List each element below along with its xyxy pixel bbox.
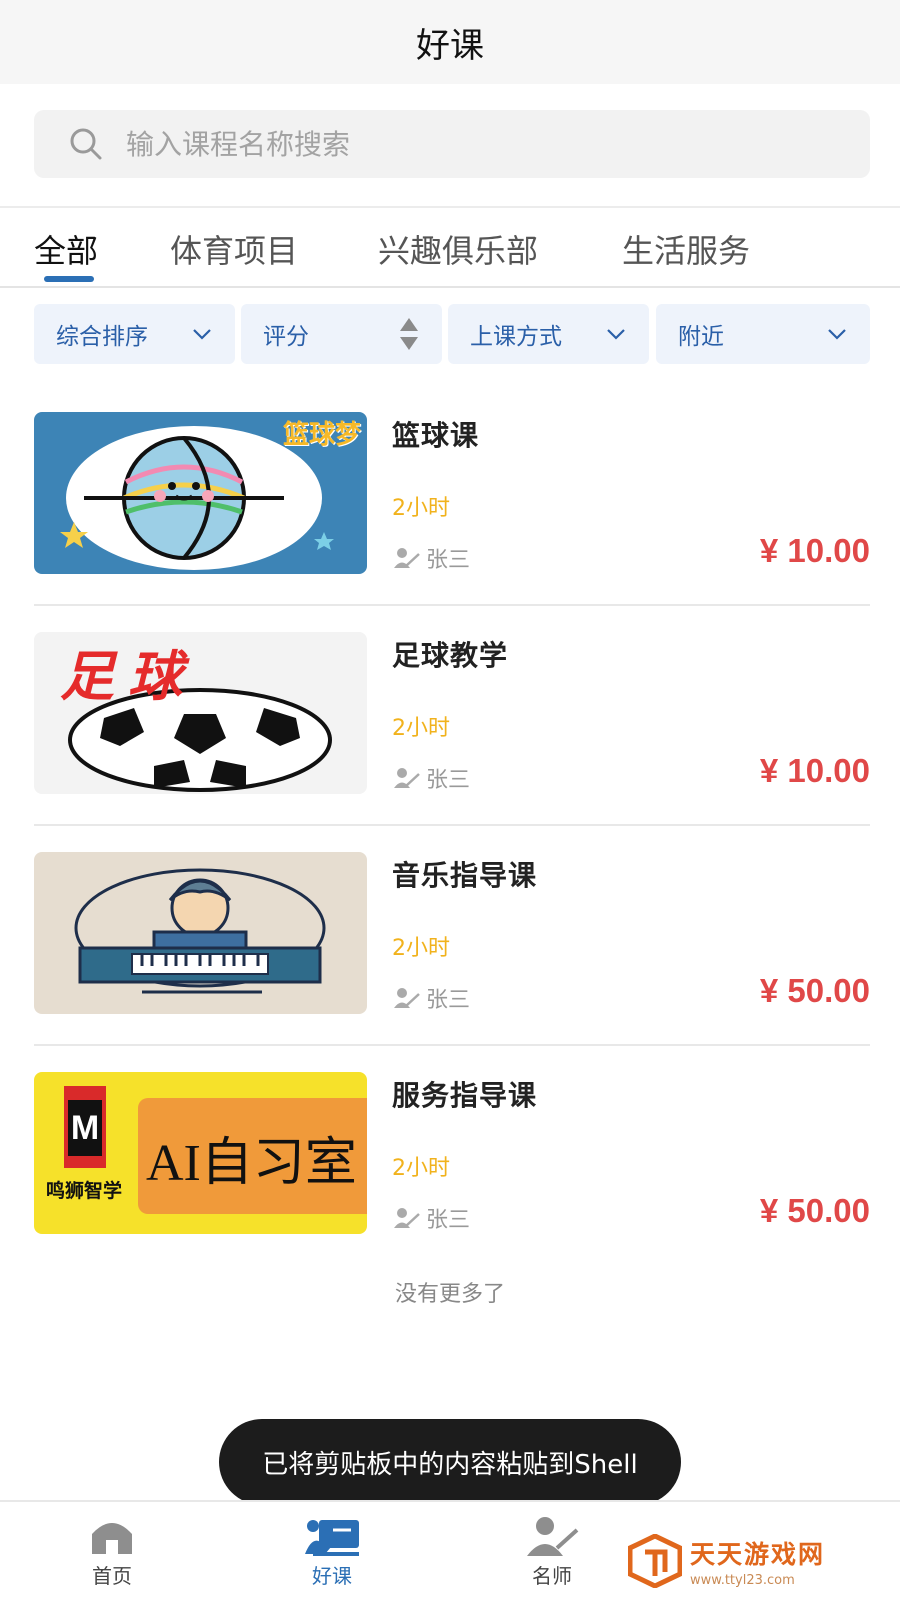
filter-label: 综合排序 bbox=[56, 324, 148, 350]
course-title: 音乐指导课 bbox=[392, 859, 538, 892]
teacher-name: 张三 bbox=[426, 988, 471, 1013]
course-thumbnail-ai-study: M 鸣狮智学 AI自习室 bbox=[34, 1072, 367, 1234]
course-price: ¥ 50.00 bbox=[759, 1192, 870, 1229]
teacher-icon bbox=[394, 988, 420, 1008]
teacher-name: 张三 bbox=[426, 1208, 471, 1233]
nav-label: 好课 bbox=[312, 1564, 352, 1588]
course-title: 服务指导课 bbox=[392, 1079, 538, 1112]
thumbnail-text: 足球 bbox=[60, 645, 196, 708]
watermark-name: 天天游戏网 bbox=[690, 1539, 826, 1569]
course-teacher: 张三 bbox=[392, 1202, 470, 1234]
nav-label: 首页 bbox=[92, 1564, 132, 1588]
home-icon bbox=[92, 1523, 132, 1554]
app-header: 好课 bbox=[0, 0, 900, 84]
teacher-name: 张三 bbox=[426, 768, 471, 793]
category-tabs: 全部 体育项目 兴趣俱乐部 生活服务 bbox=[0, 208, 900, 288]
filter-label: 附近 bbox=[678, 324, 724, 350]
thumbnail-logo-text: 鸣狮智学 bbox=[46, 1180, 123, 1202]
search-box[interactable] bbox=[34, 110, 870, 178]
filter-label: 上课方式 bbox=[470, 324, 562, 350]
tab-sports[interactable]: 体育项目 bbox=[170, 226, 298, 272]
teacher-icon bbox=[394, 548, 420, 568]
toast-message: 已将剪贴板中的内容粘贴到Shell bbox=[219, 1419, 681, 1505]
thumbnail-logo-letter: M bbox=[68, 1100, 102, 1156]
course-card[interactable]: 足球 足球教学 2小时 张三 ¥ 10.00 bbox=[34, 606, 870, 826]
course-duration: 2小时 bbox=[392, 496, 450, 521]
course-teacher: 张三 bbox=[392, 542, 470, 574]
teacher-icon bbox=[394, 768, 420, 788]
filter-rating[interactable]: 评分 bbox=[241, 304, 442, 364]
search-input[interactable] bbox=[126, 127, 806, 161]
search-section bbox=[0, 84, 900, 208]
active-tab-indicator bbox=[44, 276, 94, 282]
course-card[interactable]: 音乐指导课 2小时 张三 ¥ 50.00 bbox=[34, 826, 870, 1046]
course-icon bbox=[305, 1520, 359, 1556]
search-icon bbox=[70, 128, 102, 160]
filter-label: 评分 bbox=[263, 324, 309, 350]
nav-courses[interactable]: 好课 bbox=[272, 1514, 392, 1589]
filter-bar: 综合排序 评分 上课方式 附近 bbox=[0, 304, 900, 366]
course-title: 足球教学 bbox=[392, 639, 509, 672]
filter-nearby[interactable]: 附近 bbox=[656, 304, 870, 364]
teacher-icon bbox=[527, 1517, 579, 1556]
teacher-icon bbox=[394, 1208, 420, 1228]
tab-interest-club[interactable]: 兴趣俱乐部 bbox=[378, 226, 538, 272]
course-teacher: 张三 bbox=[392, 982, 470, 1014]
nav-label: 名师 bbox=[532, 1564, 572, 1588]
thumbnail-text: AI自习室 bbox=[146, 1135, 357, 1192]
watermark-url: www.ttyl23.com bbox=[690, 1572, 795, 1588]
chevron-down-icon bbox=[828, 329, 846, 340]
sort-arrows-icon bbox=[400, 318, 418, 350]
course-duration: 2小时 bbox=[392, 716, 450, 741]
course-price: ¥ 10.00 bbox=[759, 532, 870, 569]
filter-class-mode[interactable]: 上课方式 bbox=[448, 304, 649, 364]
watermark: 天天游戏网 www.ttyl23.com bbox=[628, 1528, 898, 1594]
thumbnail-text: 篮球梦 bbox=[282, 420, 361, 450]
course-thumbnail-football: 足球 bbox=[34, 632, 367, 794]
watermark-logo-icon bbox=[628, 1534, 682, 1588]
tab-all[interactable]: 全部 bbox=[34, 226, 98, 272]
nav-teachers[interactable]: 名师 bbox=[492, 1514, 612, 1589]
course-thumbnail-basketball: 篮球梦 bbox=[34, 412, 367, 574]
tab-life-service[interactable]: 生活服务 bbox=[622, 226, 750, 272]
course-card[interactable]: M 鸣狮智学 AI自习室 服务指导课 2小时 张三 ¥ 50.00 bbox=[34, 1046, 870, 1266]
course-duration: 2小时 bbox=[392, 1156, 450, 1181]
teacher-name: 张三 bbox=[426, 548, 471, 573]
course-list: 篮球梦 篮球课 2小时 张三 ¥ 10.00 足球 足球教学 2小时 张三 ¥ … bbox=[34, 386, 870, 1266]
course-thumbnail-music bbox=[34, 852, 367, 1014]
filter-sort[interactable]: 综合排序 bbox=[34, 304, 235, 364]
course-card[interactable]: 篮球梦 篮球课 2小时 张三 ¥ 10.00 bbox=[34, 386, 870, 606]
course-title: 篮球课 bbox=[392, 419, 480, 452]
course-duration: 2小时 bbox=[392, 936, 450, 961]
nav-home[interactable]: 首页 bbox=[52, 1514, 172, 1589]
chevron-down-icon bbox=[193, 329, 211, 340]
chevron-down-icon bbox=[607, 329, 625, 340]
page-title: 好课 bbox=[416, 25, 484, 66]
course-price: ¥ 10.00 bbox=[759, 752, 870, 789]
list-end-text: 没有更多了 bbox=[394, 1282, 505, 1307]
course-price: ¥ 50.00 bbox=[759, 972, 870, 1009]
course-teacher: 张三 bbox=[392, 762, 470, 794]
